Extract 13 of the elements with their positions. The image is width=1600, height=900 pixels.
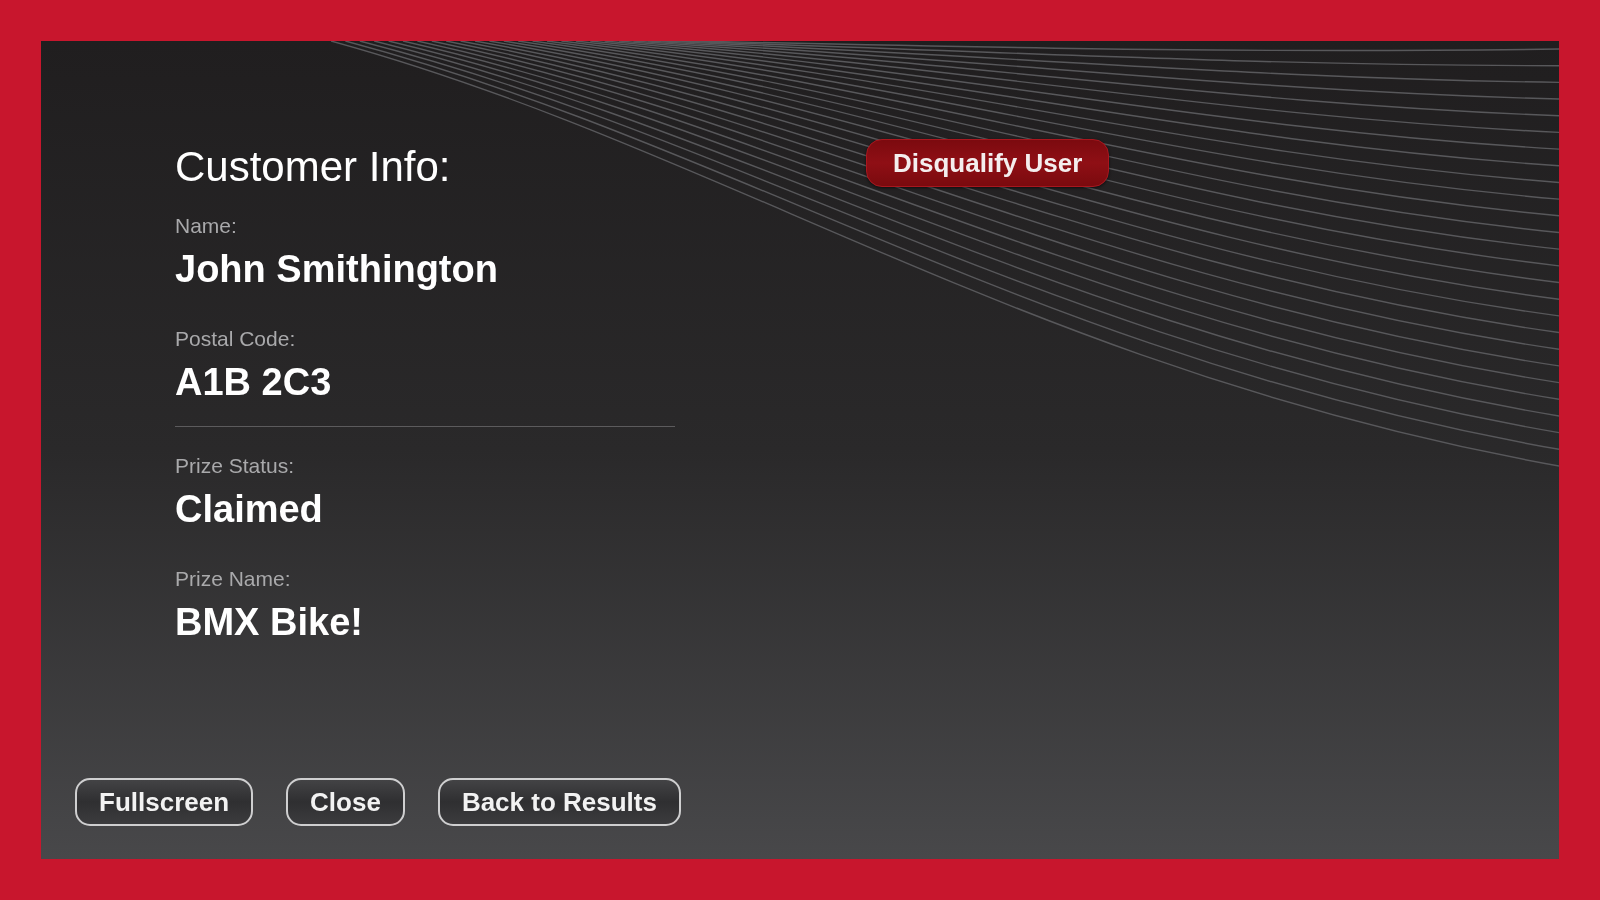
field-value: John Smithington xyxy=(175,247,499,291)
field-label: Name: xyxy=(175,214,238,238)
footer-button[interactable]: Close xyxy=(286,778,405,826)
footer-button[interactable]: Fullscreen xyxy=(75,778,254,826)
field-label: Prize Name: xyxy=(175,567,292,591)
field-value: Claimed xyxy=(175,487,324,531)
field-label: Postal Code: xyxy=(175,327,297,351)
field-label: Prize Status: xyxy=(175,454,296,478)
field-value: BMX Bike! xyxy=(175,600,364,644)
field-value: A1B 2C3 xyxy=(175,360,333,404)
disqualify-button[interactable]: Disqualify User xyxy=(866,139,1110,187)
section-heading: Customer Info: xyxy=(175,143,452,191)
footer-button[interactable]: Back to Results xyxy=(437,778,681,826)
